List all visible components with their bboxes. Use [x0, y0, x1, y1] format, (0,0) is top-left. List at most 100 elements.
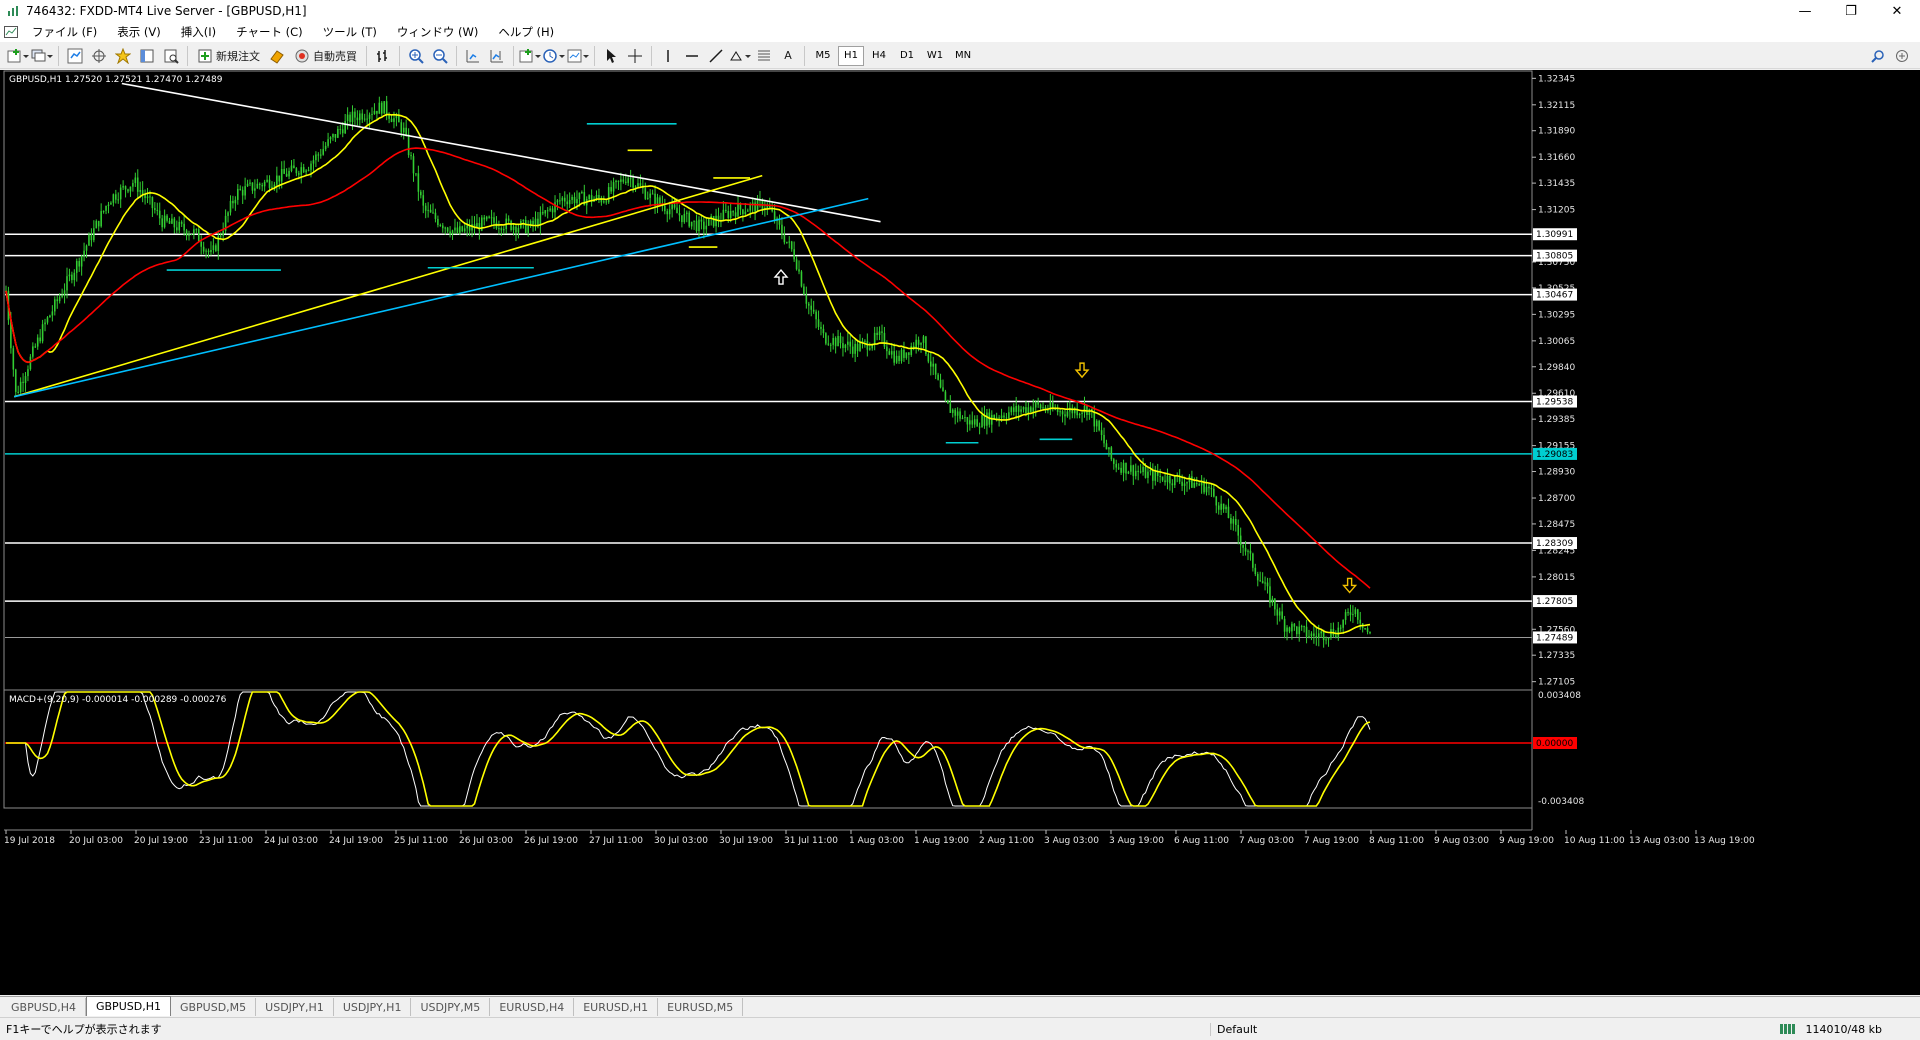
menu-tools[interactable]: ツール (T) — [313, 22, 387, 42]
bar-chart-icon[interactable] — [372, 45, 394, 67]
fibonacci-icon[interactable] — [753, 45, 775, 67]
data-window-icon[interactable] — [88, 45, 110, 67]
current-price-label: 1.27489 — [1536, 633, 1573, 643]
profiles-icon[interactable] — [31, 45, 53, 67]
timeframe-m5[interactable]: M5 — [810, 46, 836, 66]
terminal-icon[interactable] — [136, 45, 158, 67]
text-tool-icon[interactable]: A — [777, 45, 799, 67]
candle-body — [1305, 626, 1308, 637]
timeframe-d1[interactable]: D1 — [894, 46, 920, 66]
candle-body — [71, 274, 73, 281]
candle-body — [786, 241, 788, 243]
timeframe-mn[interactable]: MN — [950, 46, 976, 66]
candle-body — [825, 333, 827, 344]
tab-chart[interactable]: EURUSD,M5 — [658, 998, 744, 1016]
tab-chart-active[interactable]: GBPUSD,H1 — [85, 996, 171, 1016]
tab-chart[interactable]: EURUSD,H4 — [490, 998, 575, 1016]
indicators-icon[interactable] — [519, 45, 541, 67]
auto-trading-button[interactable]: 自動売買 — [290, 45, 361, 67]
tab-chart[interactable]: USDJPY,H1 — [334, 998, 412, 1016]
support-trendline-yellow — [13, 174, 763, 398]
candle-body — [95, 220, 98, 229]
auto-scroll-icon[interactable] — [462, 45, 484, 67]
toolbar: 新規注文 自動売買 A M5 H1 H4 D1 W1 MN — [0, 43, 1920, 69]
templates-icon[interactable] — [567, 45, 589, 67]
timeframe-w1[interactable]: W1 — [922, 46, 948, 66]
time-label: 9 Aug 03:00 — [1434, 836, 1489, 846]
candle-body — [1142, 466, 1144, 473]
strategy-tester-icon[interactable] — [160, 45, 182, 67]
candle-body — [41, 324, 44, 342]
tab-chart[interactable]: GBPUSD,H4 — [2, 998, 86, 1016]
market-watch-icon[interactable] — [64, 45, 86, 67]
candle-body — [954, 409, 956, 416]
candle-body — [1166, 475, 1169, 483]
navigator-icon[interactable] — [112, 45, 134, 67]
community-icon[interactable] — [1891, 45, 1913, 67]
candle-body — [651, 193, 654, 195]
horizontal-line-icon[interactable] — [681, 45, 703, 67]
trendline-icon[interactable] — [705, 45, 727, 67]
tools-dropdown-icon[interactable] — [729, 45, 751, 67]
candle-body — [97, 220, 100, 227]
candle-body — [1034, 402, 1037, 408]
chart-canvas[interactable]: 1.32345 1.32115 1.31890 1.31660 1.31435 1.312… — [0, 70, 1920, 995]
chart-window[interactable]: 1.32345 1.32115 1.31890 1.31660 1.31435 1.312… — [0, 70, 1920, 995]
time-label: 30 Jul 19:00 — [719, 836, 773, 846]
restore-button[interactable]: ❐ — [1828, 0, 1874, 22]
vertical-line-icon[interactable] — [657, 45, 679, 67]
time-label: 19 Jul 2018 — [4, 836, 55, 846]
candle-body — [1247, 550, 1249, 552]
candle-body — [690, 221, 693, 227]
menu-chart[interactable]: チャート (C) — [226, 22, 313, 42]
menu-help[interactable]: ヘルプ (H) — [488, 22, 564, 42]
tab-chart[interactable]: GBPUSD,M5 — [171, 998, 257, 1016]
periods-icon[interactable] — [543, 45, 565, 67]
crosshair-icon[interactable] — [624, 45, 646, 67]
price-label: 1.28700 — [1538, 494, 1575, 504]
price-label: 1.28015 — [1538, 573, 1575, 583]
candle-body — [500, 228, 503, 231]
candle-body — [798, 269, 800, 272]
chart-doc-icon[interactable] — [0, 26, 22, 38]
candle-body — [258, 183, 261, 186]
candle-body — [644, 188, 647, 199]
menu-view[interactable]: 表示 (V) — [107, 22, 171, 42]
tab-chart[interactable]: EURUSD,H1 — [574, 998, 659, 1016]
zoom-in-icon[interactable] — [405, 45, 427, 67]
candle-body — [515, 226, 517, 233]
candle-body — [678, 213, 681, 216]
timeframe-h4[interactable]: H4 — [866, 46, 892, 66]
auto-trading-icon — [295, 49, 309, 62]
candle-body — [68, 274, 71, 277]
close-button[interactable]: ✕ — [1874, 0, 1920, 22]
candle-body — [466, 225, 468, 229]
zoom-out-icon[interactable] — [429, 45, 451, 67]
candle-body — [171, 218, 173, 224]
minimize-button[interactable]: — — [1782, 0, 1828, 22]
candle-body — [293, 165, 295, 169]
new-chart-icon[interactable] — [7, 45, 29, 67]
menu-insert[interactable]: 挿入(I) — [171, 22, 226, 42]
candle-body — [493, 217, 495, 223]
candle-body — [1320, 631, 1322, 634]
candle-body — [407, 134, 410, 156]
search-icon[interactable] — [1867, 45, 1889, 67]
candle-body — [727, 210, 730, 218]
tab-chart[interactable]: USDJPY,M5 — [411, 998, 491, 1016]
candle-body — [398, 115, 400, 123]
metaeditor-icon[interactable] — [266, 45, 288, 67]
timeframe-h1[interactable]: H1 — [838, 45, 864, 66]
cursor-icon[interactable] — [600, 45, 622, 67]
tab-chart[interactable]: USDJPY,H1 — [256, 998, 334, 1016]
menu-file[interactable]: ファイル (F) — [22, 22, 107, 42]
price-label: 1.31890 — [1538, 127, 1575, 137]
candle-body — [317, 154, 320, 156]
chart-shift-icon[interactable] — [486, 45, 508, 67]
new-order-button[interactable]: 新規注文 — [193, 45, 264, 67]
candle-body — [341, 129, 344, 134]
candle-body — [646, 197, 649, 199]
candle-body — [517, 227, 520, 233]
menu-window[interactable]: ウィンドウ (W) — [387, 22, 489, 42]
candle-body — [571, 196, 573, 200]
